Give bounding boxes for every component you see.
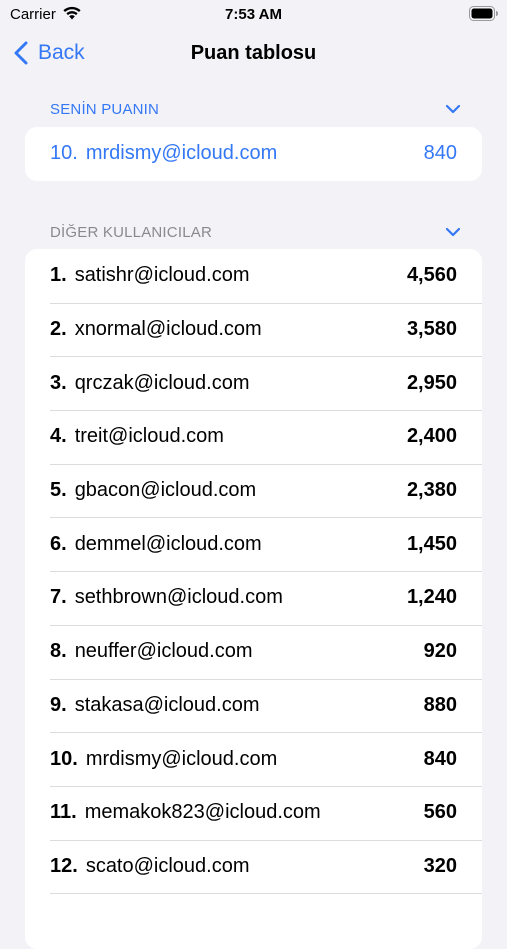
score-label: 3,580 [406,318,457,341]
list-item [25,893,482,947]
list-item[interactable]: 11. memakok823@icloud.com 560 [25,785,482,840]
email-label: mrdismy@icloud.com [85,747,278,770]
rank-label: 7. [50,586,67,609]
chevron-down-icon [445,104,461,114]
status-bar: Carrier 7:53 AM [0,0,507,30]
email-label: memakok823@icloud.com [84,801,321,824]
list-item[interactable]: 12. scato@icloud.com 320 [25,839,482,894]
rank-label: 3. [50,371,67,394]
list-item[interactable]: 6. demmel@icloud.com 1,450 [25,517,482,571]
list-item[interactable]: 2. xnormal@icloud.com 3,580 [25,302,482,357]
score-label: 320 [423,854,457,877]
other-users-section-header[interactable]: DİĞER KULLANICILAR [50,222,461,242]
list-item[interactable]: 1. satishr@icloud.com 4,560 [25,249,482,303]
page-title: Puan tablosu [190,42,317,64]
email-label: stakasa@icloud.com [74,693,260,716]
score-label: 4,560 [406,264,457,287]
navigation-bar: Back Puan tablosu [0,30,507,76]
email-label: treit@icloud.com [74,425,224,448]
email-label: qrczak@icloud.com [74,371,250,394]
score-label: 1,450 [406,532,457,555]
rank-label: 12. [50,854,78,877]
score-label: 2,380 [406,479,457,502]
email-label: neuffer@icloud.com [74,640,253,663]
list-item[interactable]: 5. gbacon@icloud.com 2,380 [25,463,482,518]
rank-label: 2. [50,318,67,341]
email-label: demmel@icloud.com [74,532,262,555]
other-users-section-title: DİĞER KULLANICILAR [50,223,212,241]
rank-label: 6. [50,532,67,555]
leaderboard-list: 1. satishr@icloud.com 4,560 2. xnormal@i… [25,249,482,949]
list-item[interactable]: 10. mrdismy@icloud.com 840 [25,732,482,786]
rank-label: 4. [50,425,67,448]
list-item[interactable]: 3. qrczak@icloud.com 2,950 [25,356,482,410]
score-label: 840 [423,747,457,770]
email-label: gbacon@icloud.com [74,479,257,502]
clock: 7:53 AM [225,6,282,23]
score-label: 2,950 [406,371,457,394]
battery-icon [469,6,498,21]
my-score-section-title: SENİN PUANIN [50,100,160,118]
rank-label: 11. [50,801,77,824]
score-label: 880 [423,693,457,716]
score-label: 2,400 [406,425,457,448]
chevron-down-icon [445,227,461,237]
email-label: sethbrown@icloud.com [74,586,283,609]
list-item[interactable]: 4. treit@icloud.com 2,400 [25,410,482,464]
rank-label: 10. [50,747,78,770]
rank-label: 8. [50,640,67,663]
my-score-row[interactable]: 10. mrdismy@icloud.com 840 [25,127,482,181]
list-item[interactable]: 8. neuffer@icloud.com 920 [25,624,482,679]
list-item[interactable]: 9. stakasa@icloud.com 880 [25,678,482,733]
score-label: 920 [423,640,457,663]
email-label: xnormal@icloud.com [74,318,262,341]
rank-label: 5. [50,479,67,502]
my-score-card: 10. mrdismy@icloud.com 840 [25,127,482,181]
rank-label: 9. [50,693,67,716]
score-label: 1,240 [406,586,457,609]
email-label: scato@icloud.com [85,854,250,877]
rank-label: 1. [50,264,67,287]
email-label: satishr@icloud.com [74,264,250,287]
rank-label: 10. [50,142,78,165]
score-label: 840 [423,142,457,165]
email-label: mrdismy@icloud.com [85,142,278,165]
my-score-section-header[interactable]: SENİN PUANIN [50,99,461,119]
score-label: 560 [423,801,457,824]
list-item[interactable]: 7. sethbrown@icloud.com 1,240 [25,571,482,625]
